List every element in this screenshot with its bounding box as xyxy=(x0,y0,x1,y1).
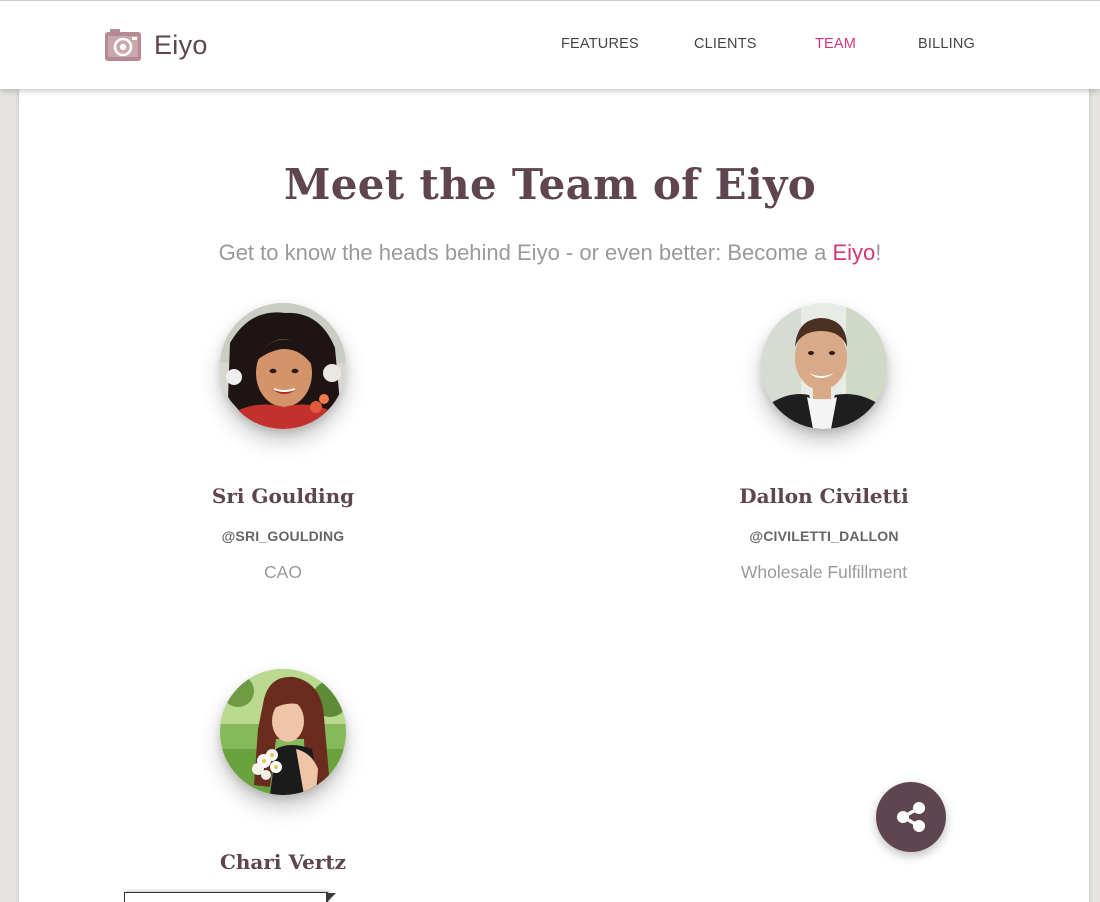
avatar-photo xyxy=(220,669,346,795)
popup-panel-edge xyxy=(124,892,328,902)
avatar-photo xyxy=(220,303,346,429)
member-name: Sri Goulding xyxy=(211,484,355,508)
team-member-card: Dallon Civiletti @CIVILETTI_DALLON Whole… xyxy=(674,303,974,583)
nav-link-team[interactable]: TEAM xyxy=(815,36,856,52)
nav-link-billing[interactable]: BILLING xyxy=(918,36,975,52)
team-title: Meet the Team of Eiyo xyxy=(283,160,817,209)
popup-corner xyxy=(326,893,336,902)
become-eiyo-link[interactable]: Eiyo xyxy=(833,240,876,265)
member-handle[interactable]: @CIVILETTI_DALLON xyxy=(674,528,974,544)
member-handle[interactable]: @SRI_GOULDING xyxy=(133,528,433,544)
team-member-card: Chari Vertz xyxy=(133,669,433,874)
member-name: Dallon Civiletti xyxy=(739,484,909,508)
share-button[interactable] xyxy=(876,782,946,852)
member-role: Wholesale Fulfillment xyxy=(740,562,908,582)
share-icon xyxy=(897,802,925,832)
avatar xyxy=(761,303,887,429)
avatar xyxy=(220,669,346,795)
member-role: CAO xyxy=(264,562,302,582)
avatar xyxy=(220,303,346,429)
team-subtitle-text: Get to know the heads behind Eiyo - or e… xyxy=(218,240,833,265)
avatar-photo xyxy=(761,303,887,429)
team-member-card: Sri Goulding @SRI_GOULDING CAO xyxy=(133,303,433,583)
nav-link-features[interactable]: FEATURES xyxy=(561,36,639,52)
team-subtitle: Get to know the heads behind Eiyo - or e… xyxy=(0,240,1100,266)
member-name: Chari Vertz xyxy=(219,850,347,874)
team-subtitle-suffix: ! xyxy=(875,240,882,265)
top-navbar: Eiyo FEATURES CLIENTS TEAM BILLING xyxy=(0,0,1100,89)
nav-link-clients[interactable]: CLIENTS xyxy=(694,36,757,52)
main-nav: FEATURES CLIENTS TEAM BILLING xyxy=(0,36,1100,56)
